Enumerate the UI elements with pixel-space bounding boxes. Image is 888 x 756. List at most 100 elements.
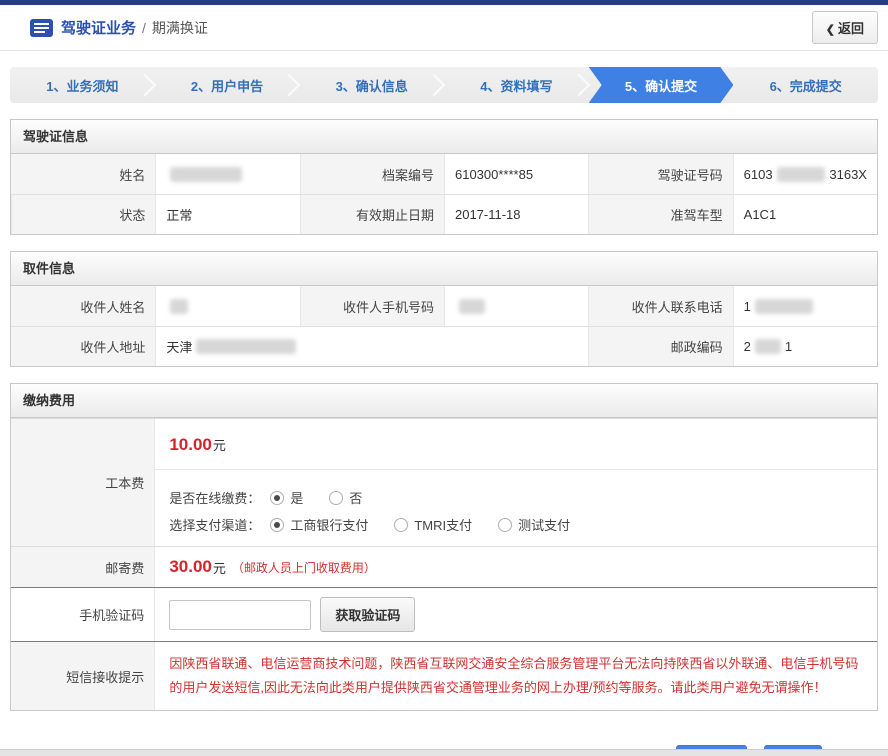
postage-fee-note: （邮政人员上门收取费用）	[232, 559, 376, 576]
address-value: 天津	[155, 326, 588, 366]
step-6-complete-submit[interactable]: 6、完成提交	[733, 67, 878, 103]
recipient-mobile-value	[444, 286, 588, 326]
step-4-fill-data[interactable]: 4、资料填写	[444, 67, 589, 103]
redacted-license-no	[777, 167, 826, 182]
pickup-info-section: 取件信息 收件人姓名 收件人手机号码 收件人联系电话 1 收件人地址 天津 邮政…	[10, 251, 878, 367]
recipient-name-label: 收件人姓名	[11, 286, 155, 326]
page-title: 驾驶证业务	[61, 17, 136, 38]
breadcrumb-separator: /	[142, 20, 146, 36]
expiry-value: 2017-11-18	[444, 194, 588, 234]
step-2-user-declaration[interactable]: 2、用户申告	[155, 67, 300, 103]
license-no-prefix: 6103	[744, 167, 773, 182]
bottom-strip	[0, 749, 888, 756]
payment-section: 缴纳费用 工本费 10.00元 是否在线缴费： 是 否 选择支付渠道： 工商银行…	[10, 383, 878, 711]
online-pay-no-radio[interactable]	[329, 491, 343, 505]
production-fee-amount: 10.00	[169, 435, 212, 454]
online-pay-yes-label[interactable]: 是	[290, 488, 303, 507]
channel-test-radio[interactable]	[498, 518, 512, 532]
recipient-mobile-label: 收件人手机号码	[300, 286, 444, 326]
postcode-value: 21	[733, 326, 877, 366]
recipient-name-value	[155, 286, 299, 326]
step-1-business-notice[interactable]: 1、业务须知	[10, 67, 155, 103]
step-label: 5、确认提交	[625, 76, 697, 95]
channel-test-label[interactable]: 测试支付	[518, 515, 570, 534]
license-no-label: 驾驶证号码	[588, 154, 732, 194]
step-3-confirm-info[interactable]: 3、确认信息	[299, 67, 444, 103]
online-pay-question: 是否在线缴费：	[169, 488, 260, 507]
postage-fee-amount: 30.00	[169, 557, 212, 577]
step-5-confirm-submit[interactable]: 5、确认提交	[589, 67, 734, 103]
address-label: 收件人地址	[11, 326, 155, 366]
channel-tmri-label[interactable]: TMRI支付	[414, 515, 472, 534]
status-label: 状态	[11, 194, 155, 234]
captcha-input[interactable]	[169, 600, 311, 630]
pickup-info-row2: 收件人地址 天津 邮政编码 21	[11, 326, 877, 366]
redacted-address	[196, 339, 296, 354]
pay-channel-question-line: 选择支付渠道： 工商银行支付 TMRI支付 测试支付	[169, 515, 863, 534]
online-pay-no-label[interactable]: 否	[349, 488, 362, 507]
vehicle-class-value: A1C1	[733, 194, 877, 234]
captcha-label: 手机验证码	[11, 588, 155, 641]
payment-section-title: 缴纳费用	[11, 384, 877, 418]
postage-fee-unit: 元	[213, 558, 226, 577]
vehicle-class-label: 准驾车型	[588, 194, 732, 234]
redacted-name	[170, 167, 242, 182]
step-label: 6、完成提交	[770, 76, 842, 95]
page: 驾驶证业务 / 期满换证 ❮返回 1、业务须知 2、用户申告 3、确认信息 4、…	[0, 0, 888, 756]
recipient-phone-prefix: 1	[744, 299, 751, 314]
step-wizard: 1、业务须知 2、用户申告 3、确认信息 4、资料填写 5、确认提交 6、完成提…	[10, 67, 878, 103]
postcode-label: 邮政编码	[588, 326, 732, 366]
back-button[interactable]: ❮返回	[812, 11, 878, 44]
pay-channel-question: 选择支付渠道：	[169, 515, 260, 534]
production-fee-label: 工本费	[11, 419, 155, 546]
step-label: 1、业务须知	[46, 76, 118, 95]
sms-notice-row: 短信接收提示 因陕西省联通、电信运营商技术问题，陕西省互联网交通安全综合服务管理…	[11, 641, 877, 710]
pickup-info-section-title: 取件信息	[11, 252, 877, 286]
channel-icbc-label[interactable]: 工商银行支付	[290, 515, 368, 534]
archive-no-value: 610300****85	[444, 154, 588, 194]
postage-fee-value: 30.00元 （邮政人员上门收取费用）	[155, 547, 877, 587]
sms-notice-text: 因陕西省联通、电信运营商技术问题，陕西省互联网交通安全综合服务管理平台无法向持陕…	[155, 642, 877, 710]
license-no-suffix: 3163X	[829, 167, 867, 182]
license-business-icon	[30, 19, 53, 37]
header: 驾驶证业务 / 期满换证 ❮返回	[0, 5, 888, 51]
production-fee-unit: 元	[213, 438, 226, 453]
name-value	[155, 154, 299, 194]
redacted-recipient-mobile	[459, 299, 485, 314]
redacted-postcode	[755, 339, 781, 354]
postage-fee-row: 邮寄费 30.00元 （邮政人员上门收取费用）	[11, 546, 877, 587]
status-value: 正常	[155, 194, 299, 234]
back-button-label: 返回	[838, 21, 864, 36]
payment-options: 是否在线缴费： 是 否 选择支付渠道： 工商银行支付 TMRI支付 测试支付	[155, 470, 877, 546]
address-prefix: 天津	[166, 337, 192, 356]
postcode-prefix: 2	[744, 339, 751, 354]
archive-no-label: 档案编号	[300, 154, 444, 194]
postage-fee-label: 邮寄费	[11, 547, 155, 587]
recipient-phone-value: 1	[733, 286, 877, 326]
license-info-table: 姓名 档案编号 610300****85 驾驶证号码 61033163X 状态 …	[11, 154, 877, 234]
online-pay-question-line: 是否在线缴费： 是 否	[169, 488, 863, 507]
pickup-info-row1: 收件人姓名 收件人手机号码 收件人联系电话 1	[11, 286, 877, 326]
recipient-phone-label: 收件人联系电话	[588, 286, 732, 326]
step-label: 2、用户申告	[191, 76, 263, 95]
captcha-value: 获取验证码	[155, 588, 877, 641]
back-chevron-icon: ❮	[826, 24, 835, 36]
online-pay-yes-radio[interactable]	[270, 491, 284, 505]
license-no-value: 6103 3163X	[733, 154, 877, 194]
license-info-section: 驾驶证信息 姓名 档案编号 610300****85 驾驶证号码 6103 316…	[10, 119, 878, 235]
license-info-section-title: 驾驶证信息	[11, 120, 877, 154]
redacted-recipient-name	[170, 299, 188, 314]
get-captcha-button[interactable]: 获取验证码	[320, 597, 415, 632]
redacted-recipient-phone	[755, 299, 813, 314]
sms-notice-label: 短信接收提示	[11, 642, 155, 710]
captcha-row: 手机验证码 获取验证码	[11, 587, 877, 641]
production-fee-row: 工本费 10.00元 是否在线缴费： 是 否 选择支付渠道： 工商银行支付 TM…	[11, 418, 877, 546]
name-label: 姓名	[11, 154, 155, 194]
production-fee-value: 10.00元 是否在线缴费： 是 否 选择支付渠道： 工商银行支付 TMRI支付…	[155, 419, 877, 546]
step-label: 4、资料填写	[480, 76, 552, 95]
breadcrumb-current: 期满换证	[152, 18, 208, 38]
expiry-label: 有效期止日期	[300, 194, 444, 234]
channel-tmri-radio[interactable]	[394, 518, 408, 532]
channel-icbc-radio[interactable]	[270, 518, 284, 532]
step-label: 3、确认信息	[336, 76, 408, 95]
